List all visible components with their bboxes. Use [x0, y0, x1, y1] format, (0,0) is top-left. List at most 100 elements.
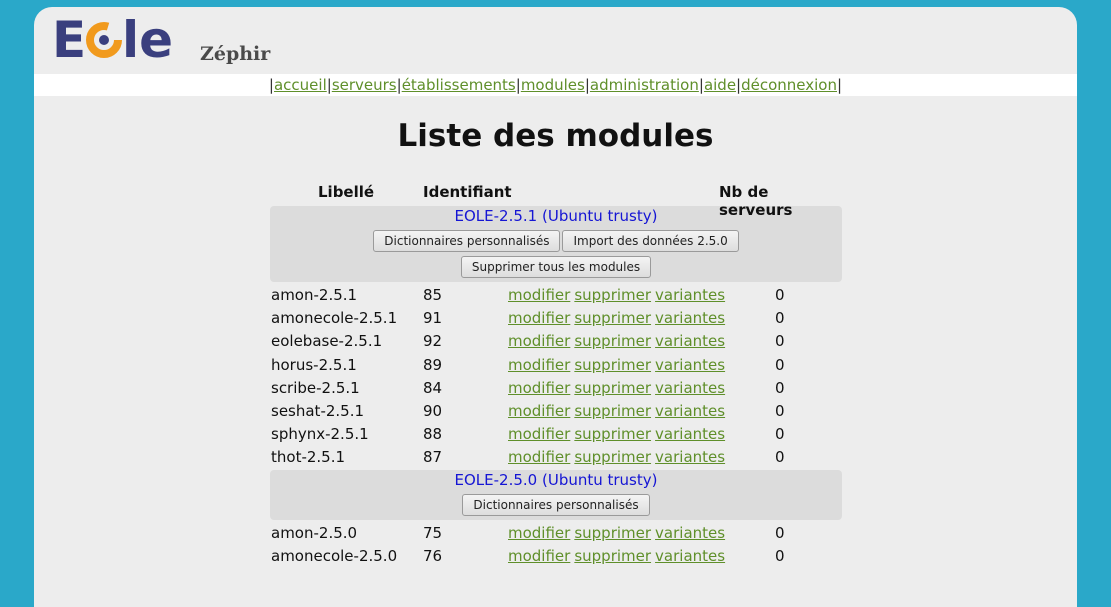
logo-letter-e1: E: [52, 15, 86, 63]
group-action-button[interactable]: Dictionnaires personnalisés: [373, 230, 561, 252]
logo-letters-le: le: [122, 15, 173, 63]
delete-link[interactable]: supprimer: [574, 286, 651, 304]
group-button-row: Dictionnaires personnalisés: [270, 493, 842, 516]
module-id: 88: [423, 425, 443, 444]
modify-link[interactable]: modifier: [508, 379, 570, 397]
delete-link[interactable]: supprimer: [574, 309, 651, 327]
table-row: amonecole-2.5.1 91 modifier supprimer varian…: [270, 307, 842, 330]
module-id: 91: [423, 309, 443, 328]
module-server-count: 0: [775, 448, 785, 467]
module-server-count: 0: [775, 425, 785, 444]
modify-link[interactable]: modifier: [508, 332, 570, 350]
delete-link[interactable]: supprimer: [574, 356, 651, 374]
group-action-button[interactable]: Supprimer tous les modules: [460, 256, 652, 278]
modify-link[interactable]: modifier: [508, 286, 570, 304]
delete-link[interactable]: supprimer: [574, 547, 651, 565]
variants-link[interactable]: variantes: [655, 425, 725, 443]
table-row: scribe-2.5.1 84 modifier supprimer variantes…: [270, 377, 842, 400]
module-server-count: 0: [775, 309, 785, 328]
module-name: seshat-2.5.1: [271, 401, 365, 420]
module-actions: modifier supprimer variantes: [508, 309, 729, 327]
module-name: amon-2.5.0: [271, 523, 358, 542]
module-name: amonecole-2.5.0: [271, 546, 398, 565]
eole-logo: E le: [52, 15, 173, 63]
module-server-count: 0: [775, 523, 785, 542]
nav-link-2[interactable]: serveurs: [332, 76, 397, 94]
module-id: 89: [423, 355, 443, 374]
delete-link[interactable]: supprimer: [574, 402, 651, 420]
page-title: Liste des modules: [397, 118, 714, 154]
table-row: eolebase-2.5.1 92 modifier supprimer variant…: [270, 330, 842, 353]
module-actions: modifier supprimer variantes: [508, 356, 729, 374]
nav-link-6[interactable]: aide: [704, 76, 736, 94]
nav-link-7[interactable]: déconnexion: [741, 76, 837, 94]
header: E le Zéphir: [34, 7, 1077, 74]
app-title: Zéphir: [200, 43, 271, 65]
module-server-count: 0: [775, 355, 785, 374]
nav-link-1[interactable]: accueil: [274, 76, 327, 94]
table-row: horus-2.5.1 89 modifier supprimer variantes 0: [270, 354, 842, 377]
table-row: amonecole-2.5.0 76 modifier supprimer varian…: [270, 545, 842, 568]
module-server-count: 0: [775, 332, 785, 351]
module-server-count: 0: [775, 546, 785, 565]
header-nb-serveurs: Nb de serveurs: [719, 183, 793, 219]
module-server-count: 0: [775, 401, 785, 420]
modify-link[interactable]: modifier: [508, 425, 570, 443]
nav-link-5[interactable]: administration: [590, 76, 699, 94]
nav-link-3[interactable]: établissements: [402, 76, 516, 94]
variants-link[interactable]: variantes: [655, 309, 725, 327]
module-id: 87: [423, 448, 443, 467]
nav-link-4[interactable]: modules: [521, 76, 585, 94]
module-actions: modifier supprimer variantes: [508, 379, 729, 397]
module-group-header: EOLE-2.5.0 (Ubuntu trusty) Dictionnaires …: [270, 469, 842, 520]
group-action-button[interactable]: Dictionnaires personnalisés: [462, 493, 650, 516]
variants-link[interactable]: variantes: [655, 356, 725, 374]
delete-link[interactable]: supprimer: [574, 425, 651, 443]
modify-link[interactable]: modifier: [508, 524, 570, 542]
modify-link[interactable]: modifier: [508, 356, 570, 374]
variants-link[interactable]: variantes: [655, 286, 725, 304]
modify-link[interactable]: modifier: [508, 547, 570, 565]
module-name: amon-2.5.1: [271, 286, 358, 304]
group-action-button[interactable]: Import des données 2.5.0: [562, 230, 739, 252]
group-button-row: Supprimer tous les modules: [270, 256, 842, 278]
group-button-row: Dictionnaires personnalisés Import des do…: [270, 230, 842, 252]
module-actions: modifier supprimer variantes: [508, 332, 729, 350]
module-id: 75: [423, 523, 443, 542]
main-nav: |accueil|serveurs|établissements|modules…: [34, 74, 1077, 96]
header-identifiant: Identifiant: [423, 183, 512, 201]
variants-link[interactable]: variantes: [655, 448, 725, 466]
module-actions: modifier supprimer variantes: [508, 448, 729, 466]
module-actions: modifier supprimer variantes: [508, 524, 729, 542]
logo-o-dot: [99, 35, 109, 45]
variants-link[interactable]: variantes: [655, 379, 725, 397]
module-actions: modifier supprimer variantes: [508, 402, 729, 420]
module-name: scribe-2.5.1: [271, 378, 360, 397]
module-server-count: 0: [775, 286, 785, 304]
module-id: 90: [423, 401, 443, 420]
module-name: eolebase-2.5.1: [271, 332, 383, 351]
module-id: 92: [423, 332, 443, 351]
modify-link[interactable]: modifier: [508, 309, 570, 327]
delete-link[interactable]: supprimer: [574, 379, 651, 397]
variants-link[interactable]: variantes: [655, 332, 725, 350]
modify-link[interactable]: modifier: [508, 448, 570, 466]
delete-link[interactable]: supprimer: [574, 448, 651, 466]
table-row: amon-2.5.1 85 modifier supprimer variantes 0: [270, 284, 842, 307]
module-actions: modifier supprimer variantes: [508, 286, 729, 304]
modify-link[interactable]: modifier: [508, 402, 570, 420]
module-server-count: 0: [775, 378, 785, 397]
modules-table: Libellé Identifiant Nb de serveurs EOLE-…: [270, 179, 842, 568]
delete-link[interactable]: supprimer: [574, 332, 651, 350]
delete-link[interactable]: supprimer: [574, 524, 651, 542]
module-id: 76: [423, 546, 443, 565]
variants-link[interactable]: variantes: [655, 547, 725, 565]
variants-link[interactable]: variantes: [655, 524, 725, 542]
module-name: thot-2.5.1: [271, 448, 346, 467]
module-actions: modifier supprimer variantes: [508, 425, 729, 443]
module-name: horus-2.5.1: [271, 355, 357, 374]
variants-link[interactable]: variantes: [655, 402, 725, 420]
nav-separator: |: [837, 76, 843, 94]
module-name: amonecole-2.5.1: [271, 309, 398, 328]
table-row: seshat-2.5.1 90 modifier supprimer variantes…: [270, 400, 842, 423]
